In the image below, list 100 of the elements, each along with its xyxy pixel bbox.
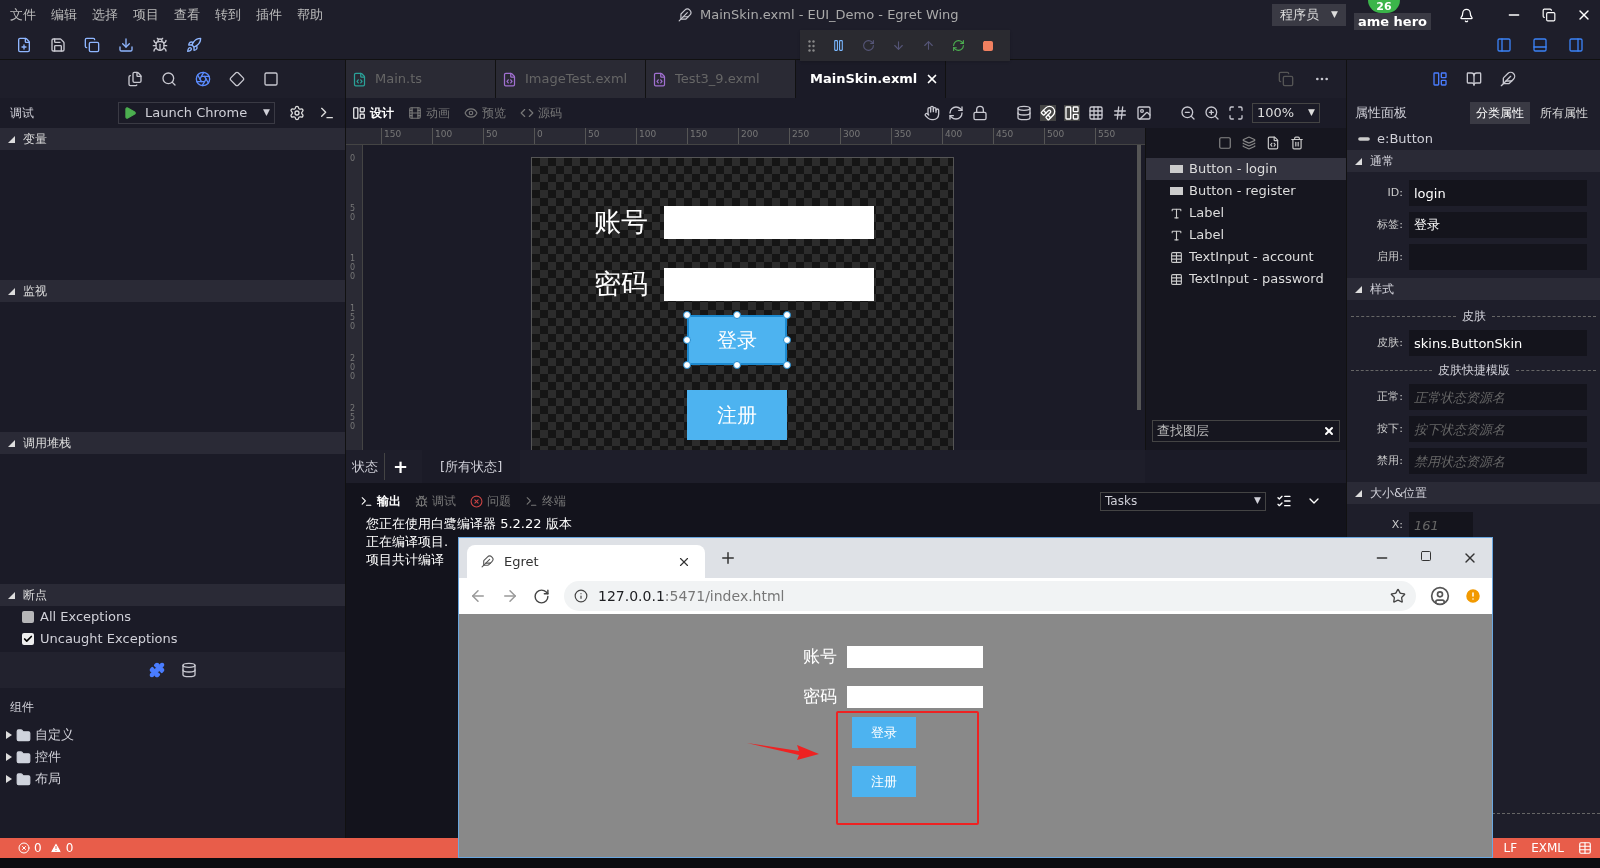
view-mode-tab[interactable]: 设计 <box>352 104 394 122</box>
hash-icon[interactable] <box>1112 105 1128 121</box>
layer-item[interactable]: Button - register <box>1146 180 1346 202</box>
new-tab-icon[interactable] <box>719 549 737 567</box>
section-header[interactable]: 断点 <box>0 584 345 606</box>
bookmark-icon[interactable] <box>1390 588 1406 604</box>
tree-item[interactable]: 控件 <box>0 746 345 768</box>
save-icon[interactable] <box>50 36 66 53</box>
bell-icon[interactable] <box>1459 7 1474 23</box>
trash-icon[interactable] <box>1290 136 1304 150</box>
restore-icon[interactable] <box>1542 8 1556 22</box>
refresh-icon[interactable] <box>948 105 964 121</box>
files-icon[interactable] <box>126 71 143 87</box>
restart-icon[interactable] <box>952 39 965 52</box>
browser-tab[interactable]: Egret <box>467 545 705 578</box>
stop-icon[interactable] <box>982 39 994 52</box>
left-panel-icon[interactable] <box>1496 36 1512 53</box>
add-state-button[interactable]: + <box>384 453 417 480</box>
section-header[interactable]: 变量 <box>0 128 345 150</box>
role-select[interactable]: 程序员 ▼ <box>1272 4 1346 26</box>
triangle-icon[interactable] <box>1355 489 1362 497</box>
menu-item[interactable]: 文件 <box>10 5 36 25</box>
pause-icon[interactable] <box>832 39 845 52</box>
image-icon[interactable] <box>1136 105 1152 121</box>
properties-icon[interactable] <box>1431 71 1448 87</box>
view-mode-tab[interactable]: 源码 <box>520 104 562 122</box>
triangle-icon[interactable] <box>6 775 12 783</box>
menu-item[interactable]: 项目 <box>133 5 159 25</box>
tasks-select[interactable]: Tasks ▼ <box>1100 491 1266 511</box>
clear-icon[interactable] <box>1323 425 1335 437</box>
menu-item[interactable]: 选择 <box>92 5 118 25</box>
text-input[interactable] <box>664 205 874 239</box>
ts-file-icon[interactable] <box>1266 136 1280 150</box>
rocket-icon[interactable] <box>186 36 202 53</box>
output-tab[interactable]: 调试 <box>415 492 456 510</box>
menu-item[interactable]: 帮助 <box>297 5 323 25</box>
property-field[interactable]: 登录 <box>1409 212 1587 238</box>
tree-item[interactable]: 布局 <box>0 768 345 790</box>
console-icon[interactable] <box>319 105 335 121</box>
triangle-icon[interactable] <box>8 591 15 599</box>
menu-item[interactable]: 插件 <box>256 5 282 25</box>
resize-handle[interactable] <box>683 336 691 344</box>
menu-item[interactable]: 转到 <box>215 5 241 25</box>
triangle-icon[interactable] <box>8 439 15 447</box>
storage-icon[interactable] <box>180 662 197 678</box>
property-field[interactable]: 161 <box>1409 512 1473 538</box>
view-mode-tab[interactable]: 动画 <box>408 104 450 122</box>
section-header[interactable]: 调用堆栈 <box>0 432 345 454</box>
info-icon[interactable] <box>574 589 588 603</box>
layer-item[interactable]: Label <box>1146 202 1346 224</box>
output-tab[interactable]: 终端 <box>525 492 566 510</box>
resize-handle[interactable] <box>783 361 791 369</box>
scrollbar[interactable] <box>1137 145 1141 410</box>
property-field[interactable]: 正常状态资源名 <box>1409 384 1587 410</box>
property-field[interactable]: skins.ButtonSkin <box>1409 330 1587 356</box>
search-input[interactable]: 查找图层 <box>1157 421 1317 441</box>
view-mode-tab[interactable]: 预览 <box>464 104 506 122</box>
resize-handle[interactable] <box>733 361 741 369</box>
group-header[interactable]: 样式 <box>1347 278 1600 300</box>
puzzle-icon[interactable] <box>148 662 165 678</box>
layer-item[interactable]: TextInput - account <box>1146 246 1346 268</box>
layer-item[interactable]: Label <box>1146 224 1346 246</box>
triangle-icon[interactable] <box>8 287 15 295</box>
triangle-icon[interactable] <box>1355 157 1362 165</box>
property-field[interactable]: 按下状态资源名 <box>1409 416 1587 442</box>
triangle-icon[interactable] <box>6 731 12 739</box>
property-field[interactable]: login <box>1409 180 1587 206</box>
right-panel-icon[interactable] <box>1568 36 1584 53</box>
reload-icon[interactable] <box>533 587 550 605</box>
resize-handle[interactable] <box>783 336 791 344</box>
profile-icon[interactable] <box>1430 586 1450 606</box>
play-icon[interactable] <box>123 106 137 120</box>
feather-icon[interactable] <box>1499 71 1516 87</box>
property-field[interactable]: 禁用状态资源名 <box>1409 448 1587 474</box>
resize-handle[interactable] <box>733 311 741 319</box>
checkbox[interactable] <box>22 611 34 623</box>
settings-icon[interactable] <box>289 105 305 121</box>
hand-icon[interactable] <box>924 105 940 121</box>
resize-handle[interactable] <box>683 311 691 319</box>
triangle-icon[interactable] <box>1355 285 1362 293</box>
magnet-icon[interactable] <box>1040 105 1056 121</box>
maximize-icon[interactable] <box>1420 550 1432 562</box>
resize-handle[interactable] <box>683 361 691 369</box>
text-input[interactable] <box>664 267 874 301</box>
user-button[interactable]: ame hero <box>1353 13 1431 30</box>
forward-icon[interactable] <box>501 587 519 605</box>
triangle-icon[interactable] <box>8 135 15 143</box>
lock-icon[interactable] <box>972 105 988 121</box>
table-icon[interactable] <box>1578 841 1592 855</box>
menu-item[interactable]: 查看 <box>174 5 200 25</box>
text-input[interactable] <box>847 646 983 668</box>
property-tab[interactable]: 所有属性 <box>1534 102 1594 124</box>
back-icon[interactable] <box>469 587 487 605</box>
menu-item[interactable]: 编辑 <box>51 5 77 25</box>
triangle-icon[interactable] <box>6 753 12 761</box>
zoom-in-icon[interactable] <box>1204 105 1220 121</box>
grid-icon[interactable] <box>1088 105 1104 121</box>
output-tab[interactable]: 问题 <box>470 492 511 510</box>
new-project-icon[interactable] <box>16 36 32 53</box>
drag-handle-icon[interactable] <box>808 39 815 52</box>
